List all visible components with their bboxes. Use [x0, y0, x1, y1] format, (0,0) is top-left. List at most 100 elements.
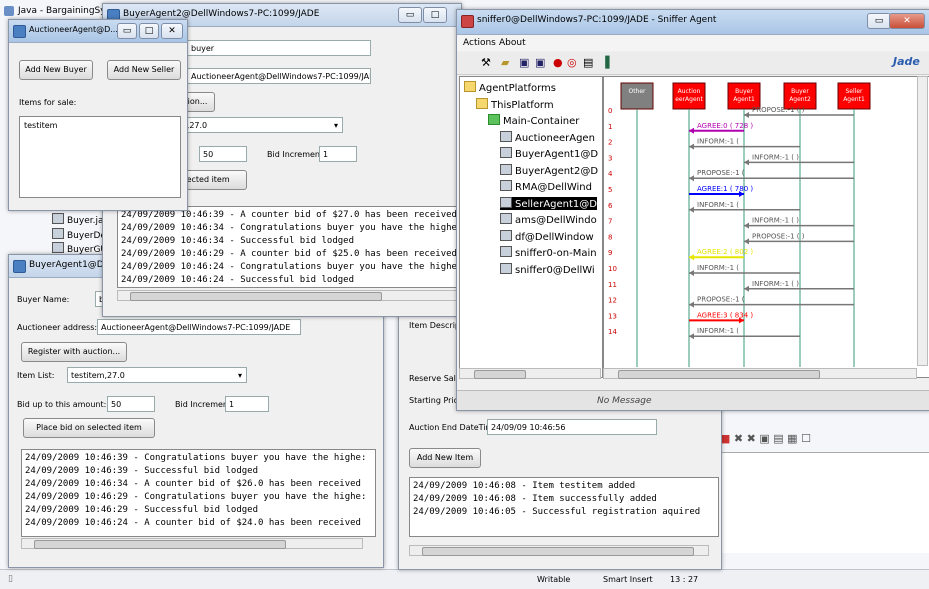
open-icon[interactable]: ▰: [501, 56, 509, 69]
auction-end-field[interactable]: 24/09/09 10:46:56: [487, 419, 657, 435]
tree-node-label: AuctioneerAgen: [515, 132, 595, 144]
message-arrowhead[interactable]: [744, 285, 749, 292]
target-icon[interactable]: ◎: [567, 56, 577, 69]
agent-icon: [500, 147, 512, 158]
sniffer-icon: [461, 15, 474, 28]
message-arrowhead[interactable]: [744, 112, 749, 118]
maximize-button[interactable]: □: [423, 7, 447, 23]
save-icon[interactable]: ▣: [519, 56, 529, 69]
list-item[interactable]: testitem: [24, 121, 57, 130]
tree-node[interactable]: sniffer0-on-Main: [500, 246, 597, 259]
remove-all-icon[interactable]: ✖: [747, 432, 756, 445]
tree-node[interactable]: AgentPlatforms: [464, 81, 556, 94]
java-file-icon: [52, 213, 64, 224]
tree-node[interactable]: BuyerAgent2@D: [500, 163, 598, 177]
record-icon[interactable]: ●: [553, 56, 563, 69]
minimize-button[interactable]: ▭: [867, 13, 891, 29]
display-icon[interactable]: ▤: [583, 56, 593, 69]
add-new-item-button[interactable]: Add New Item: [409, 448, 481, 468]
minimize-button[interactable]: ▭: [117, 23, 137, 39]
status-icon: ▯: [8, 574, 13, 584]
message-arrowhead[interactable]: [744, 238, 749, 245]
tree-node[interactable]: Main-Container: [488, 114, 579, 127]
tree-node[interactable]: AuctioneerAgen: [500, 130, 595, 144]
message-arrowhead[interactable]: [689, 206, 694, 213]
close-button[interactable]: ✕: [889, 13, 925, 29]
eclipse-toolbar: ■ ✖ ✖ ▣ ▤ ▦ ☐: [720, 432, 929, 452]
status-insert-mode: Smart Insert: [603, 575, 653, 584]
status-cursor-position: 13 : 27: [670, 575, 699, 584]
sequence-vscrollbar[interactable]: [917, 76, 928, 366]
item-list-select[interactable]: m,27.0: [175, 117, 343, 133]
tree-scrollbar[interactable]: [459, 368, 601, 379]
add-new-buyer-button[interactable]: Add New Buyer: [19, 60, 93, 80]
message-arrowhead[interactable]: [689, 175, 694, 182]
auctioneer-title: AuctioneerAgent@D...: [29, 25, 118, 34]
auctioneer-address-field[interactable]: AuctioneerAgent@DellWindows7-PC:1099/JAD…: [187, 68, 371, 84]
message-arrowhead[interactable]: [689, 254, 694, 261]
message-label: AGREE:0 ( 728 ): [697, 122, 753, 130]
sequence-diagram: Other Auction eerAgent Buyer Agent1 Buyer Agen…: [603, 76, 929, 378]
row-number: 9: [608, 249, 612, 257]
tree-node[interactable]: ThisPlatform: [476, 97, 554, 111]
tree-node-label: RMA@DellWind: [515, 182, 592, 193]
minimize-button[interactable]: ▭: [398, 7, 422, 23]
tree-node[interactable]: ams@DellWindo: [500, 213, 597, 226]
agent-header-label: Buyer: [791, 88, 809, 95]
tree-node[interactable]: df@DellWindow: [500, 229, 594, 243]
buyer-name-field[interactable]: buyer: [187, 40, 371, 56]
pin-icon[interactable]: ▣: [759, 432, 769, 445]
buyer1-log: 24/09/2009 10:46:39 - Congratulations bu…: [21, 449, 376, 537]
remove-icon[interactable]: ✖: [734, 432, 743, 445]
bid-amount-field[interactable]: 50: [107, 396, 155, 412]
agent-header-box[interactable]: [620, 82, 654, 110]
message-arrowhead[interactable]: [689, 127, 694, 134]
sequence-hscrollbar[interactable]: [603, 368, 917, 379]
row-number: 2: [608, 139, 612, 147]
row-number: 11: [608, 281, 617, 289]
auctioneer-address-field[interactable]: AuctioneerAgent@DellWindows7-PC:1099/JAD…: [97, 319, 301, 335]
menu-about[interactable]: About: [499, 38, 526, 48]
display-icon[interactable]: ▦: [787, 432, 797, 445]
add-new-seller-button[interactable]: Add New Seller: [107, 60, 181, 80]
tree-node-label: BuyerAgent1@D: [515, 149, 599, 160]
tree-node[interactable]: SellerAgent1@D: [500, 196, 597, 210]
agent-icon: [500, 262, 512, 274]
tree-node[interactable]: sniffer0@DellWi: [500, 262, 595, 276]
maximize-button[interactable]: □: [139, 23, 159, 39]
message-label: INFORM:-1 (: [697, 327, 739, 335]
buyer1-log-scrollbar[interactable]: [21, 538, 363, 549]
seller-log-scrollbar[interactable]: [409, 545, 709, 556]
folder-icon: [464, 81, 476, 92]
message-label: AGREE:1 ( 780 ): [697, 185, 753, 193]
tree-node[interactable]: BuyerAgent1@D: [500, 147, 598, 160]
message-arrowhead[interactable]: [689, 301, 694, 308]
save-as-icon[interactable]: ▣: [535, 56, 545, 69]
message-arrowhead[interactable]: [689, 143, 694, 150]
message-label: INFORM:-1 ( ): [752, 153, 799, 161]
exit-icon[interactable]: ▐: [601, 56, 609, 69]
open-console-icon[interactable]: ☐: [801, 432, 811, 445]
bid-increment-field[interactable]: 1: [225, 396, 269, 412]
tree-node[interactable]: RMA@DellWind: [500, 180, 592, 193]
items-list: testitem: [19, 116, 181, 198]
bid-amount-field[interactable]: 50: [199, 146, 247, 162]
console-icon[interactable]: ▤: [773, 432, 783, 445]
close-button[interactable]: ✕: [161, 23, 183, 39]
tree-node-label: sniffer0@DellWi: [515, 264, 595, 276]
buyer2-log-scrollbar[interactable]: [117, 290, 457, 301]
menu-actions[interactable]: Actions: [463, 38, 496, 48]
java-window-icon: [13, 260, 26, 273]
message-arrowhead[interactable]: [689, 333, 694, 340]
console-area: [712, 452, 929, 553]
place-bid-button[interactable]: Place bid on selected item: [23, 418, 155, 438]
item-list-select[interactable]: testitem,27.0: [67, 367, 247, 383]
agent-header-label: Seller: [846, 88, 864, 95]
clear-icon[interactable]: ⚒: [481, 56, 491, 69]
java-file-icon: [52, 242, 64, 253]
message-arrowhead[interactable]: [689, 270, 694, 276]
bid-increment-field[interactable]: 1: [319, 146, 357, 162]
register-button[interactable]: Register with auction...: [21, 342, 127, 362]
message-arrowhead[interactable]: [744, 222, 749, 229]
message-arrowhead[interactable]: [744, 159, 749, 166]
